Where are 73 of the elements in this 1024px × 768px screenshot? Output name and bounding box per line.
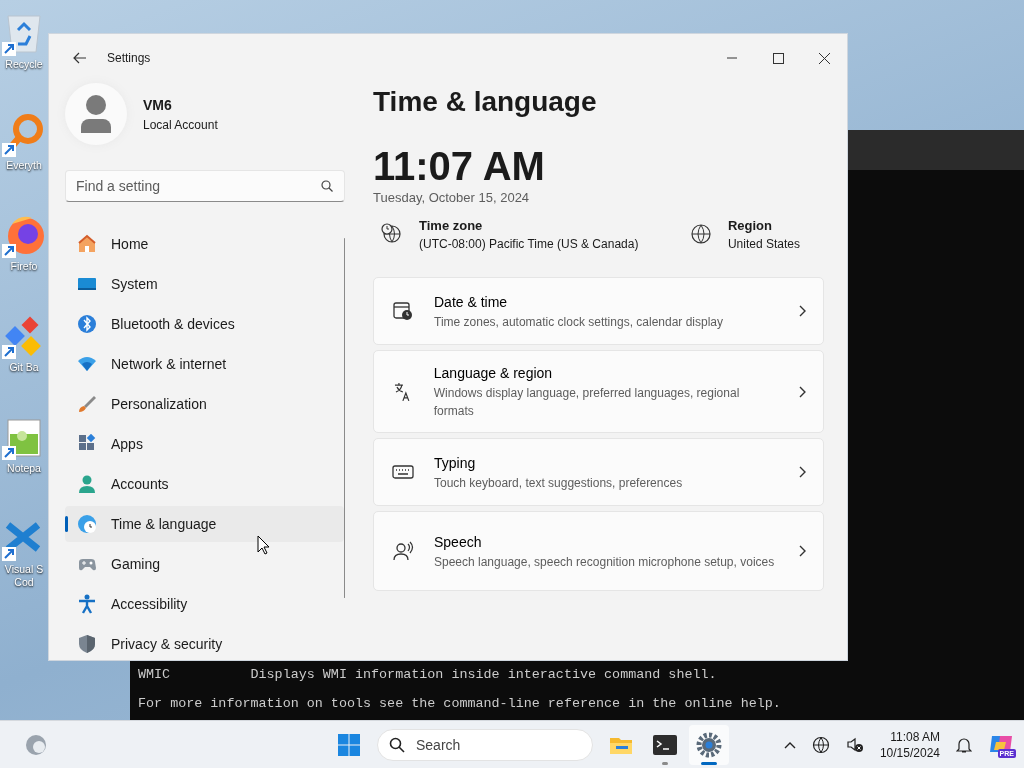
taskbar-search-field[interactable]: Search (377, 728, 593, 761)
chevron-right-icon (799, 385, 807, 398)
icon-label: Everyth (6, 159, 42, 172)
person-icon (77, 474, 97, 494)
current-time: 11:07 AM (373, 144, 546, 188)
settings-card[interactable]: Speech Speech language, speech recognition microphone setup, voices (373, 511, 824, 591)
globe-clock-icon (77, 514, 97, 534)
nav-item[interactable]: Apps (65, 426, 344, 462)
terminal-line: WMIC Displays WMI information inside interactive command shell. (138, 666, 718, 683)
bell-icon[interactable] (956, 735, 972, 754)
settings-card[interactable]: Date & time Time zones, automatic clock settings, calendar display (373, 277, 824, 345)
nav-item[interactable]: Personalization (65, 386, 344, 422)
card-title: Speech (434, 532, 483, 552)
minimize-icon (727, 57, 737, 59)
maximize-icon (772, 52, 784, 64)
globe-icon (689, 223, 712, 246)
account-name: VM6 (143, 95, 173, 115)
nav-item[interactable]: Gaming (65, 546, 344, 582)
back-arrow-icon (73, 52, 87, 64)
bluetooth-icon (77, 314, 97, 334)
chevron-right-icon (799, 545, 807, 557)
card-description: Time zones, automatic clock settings, calendar display (434, 313, 725, 331)
info-label: Time zone (419, 216, 484, 235)
calendar-clock-icon (392, 300, 414, 322)
info-label: Region (727, 216, 773, 235)
info-value: (UTC-08:00) Pacific Time (US & Canada) (419, 236, 639, 253)
taskbar-date[interactable]: 10/15/2024 (879, 744, 940, 761)
info-value: United States (727, 236, 800, 253)
gear-icon (696, 731, 722, 758)
close-icon (818, 52, 830, 64)
chevron-right-icon (799, 466, 807, 478)
icon-label: Recycle (5, 58, 43, 71)
nav-item[interactable]: System (65, 266, 344, 302)
globe-clock-icon (381, 223, 403, 246)
current-date: Tuesday, October 15, 2024 (373, 189, 531, 207)
mouse-cursor (257, 535, 270, 555)
search-icon (321, 180, 333, 192)
page-title: Time & language (373, 85, 598, 119)
taskbar-app[interactable] (689, 724, 729, 765)
settings-card[interactable]: Language & region Windows display language, preferred languages, regional formats (373, 350, 824, 433)
taskbar-time[interactable]: 11:08 AM (879, 728, 940, 745)
chevron-up-icon[interactable] (783, 740, 796, 749)
shield-icon (77, 634, 97, 654)
nav-item[interactable]: Accounts (65, 466, 344, 502)
terminal-line: For more information on tools see the command-line reference in the online help. (138, 695, 781, 712)
settings-card[interactable]: Typing Touch keyboard, text suggestions, preferences (373, 438, 824, 506)
chevron-right-icon (799, 305, 807, 317)
card-description: Windows display language, preferred languages, regional formats (433, 385, 741, 420)
icon-label: Firefo (10, 260, 38, 273)
icon-label: Git Ba (9, 361, 39, 374)
nav-item[interactable]: Bluetooth & devices (65, 306, 344, 342)
nav-item[interactable]: Privacy & security (65, 626, 344, 660)
nav-item[interactable]: Network & internet (65, 346, 344, 382)
speaker-muted-icon[interactable] (845, 735, 864, 754)
windows-logo-icon (337, 732, 361, 757)
find-setting-field[interactable]: Find a setting (65, 170, 345, 202)
globe-icon[interactable] (811, 735, 830, 754)
window-title: Settings (107, 50, 151, 67)
nav-item[interactable]: Accessibility (65, 586, 344, 622)
speaking-person-icon (392, 540, 414, 562)
icon-label: Visual S Cod (4, 563, 44, 589)
card-title: Language & region (433, 364, 554, 383)
card-description: Touch keyboard, text suggestions, preferences (434, 474, 684, 492)
nav-item[interactable]: Time & language (65, 506, 344, 542)
account-type: Local Account (143, 116, 218, 134)
card-title: Date & time (434, 292, 509, 312)
icon-label: Notepa (7, 462, 41, 475)
card-description: Speech language, speech recognition microphone setup, voices (434, 553, 776, 571)
paintbrush-icon (77, 394, 97, 414)
nav-item[interactable]: Home (65, 226, 344, 262)
card-title: Typing (434, 453, 477, 473)
accessibility-figure-icon (77, 594, 97, 614)
house-icon (77, 234, 97, 254)
